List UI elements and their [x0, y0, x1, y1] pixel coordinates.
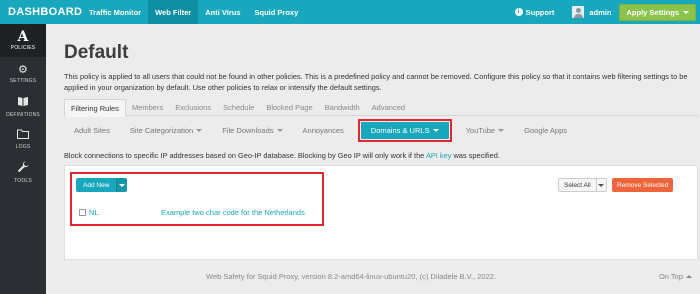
subtab-annoyances[interactable]: Annoyances — [293, 121, 354, 140]
subtab-label: Google Apps — [524, 126, 568, 135]
wrench-icon — [17, 161, 29, 176]
row-comment[interactable]: Example two char code for the Netherland… — [161, 208, 305, 217]
chevron-down-icon — [683, 10, 689, 14]
support-link[interactable]: i Support — [514, 7, 555, 17]
subtab-label: Domains & URLS — [370, 126, 430, 135]
api-key-link[interactable]: API key — [426, 151, 451, 160]
gear-icon: ⚙ — [17, 63, 29, 76]
policies-logo-icon: A — [17, 28, 29, 45]
table-row: NL — [79, 208, 99, 217]
footer-text: Web Safety for Squid Proxy, version 8.2-… — [206, 272, 497, 281]
subtab-label: YouTube — [465, 126, 496, 135]
on-top-link[interactable]: On Top — [659, 272, 692, 281]
tab-exclusions[interactable]: Exclusions — [169, 99, 217, 116]
sidebar-item-label: SETTINGS — [9, 77, 37, 84]
geo-ip-info: Block connections to specific IP address… — [64, 151, 500, 160]
user-label: admin — [589, 7, 612, 17]
nav-tab-anti-virus[interactable]: Anti Virus — [198, 0, 247, 24]
tab-bandwidth[interactable]: Bandwidth — [319, 99, 366, 116]
country-code-link[interactable]: NL — [89, 208, 99, 217]
info-suffix: was specified. — [451, 151, 500, 160]
add-new-button-group: Add New — [76, 178, 128, 192]
select-all-dropdown-toggle[interactable] — [595, 179, 606, 191]
footer: Web Safety for Squid Proxy, version 8.2-… — [46, 272, 700, 294]
sidebar-item-definitions[interactable]: DEFINITIONS — [0, 90, 46, 123]
top-navbar: DASHBOARD Traffic Monitor Web Filter Ant… — [0, 0, 700, 24]
chevron-up-icon — [686, 275, 692, 278]
avatar-icon — [572, 6, 585, 18]
user-menu[interactable]: admin — [572, 6, 611, 18]
page-title: Default — [64, 42, 129, 63]
sidebar-item-settings[interactable]: ⚙ SETTINGS — [0, 57, 46, 90]
subtab-label: Site Categorization — [129, 126, 194, 135]
on-top-label: On Top — [658, 272, 683, 281]
sidebar-item-label: TOOLS — [14, 178, 32, 184]
subtab-label: File Downloads — [222, 126, 274, 135]
subtab-adult-sites[interactable]: Adult Sites — [64, 121, 120, 140]
chevron-down-icon — [432, 129, 439, 132]
chevron-down-icon — [196, 129, 203, 132]
nav-tab-traffic-monitor[interactable]: Traffic Monitor — [82, 0, 148, 24]
main-content: Default This policy is applied to all us… — [46, 24, 700, 294]
remove-selected-button[interactable]: Remove Selected — [612, 178, 674, 192]
tab-blocked-page[interactable]: Blocked Page — [260, 99, 318, 116]
add-new-dropdown-toggle[interactable] — [116, 178, 128, 192]
nav-tab-web-filter[interactable]: Web Filter — [148, 0, 199, 24]
sidebar-item-tools[interactable]: TOOLS — [0, 156, 46, 189]
chevron-down-icon — [598, 183, 605, 187]
brand-dashboard-link[interactable]: DASHBOARD — [0, 6, 82, 18]
support-label: Support — [525, 7, 555, 17]
row-checkbox[interactable] — [79, 209, 86, 216]
tab-filtering-rules[interactable]: Filtering Rules — [64, 99, 126, 117]
subtab-label: Adult Sites — [74, 126, 110, 135]
topbar-right: i Support admin Apply Settings — [514, 0, 700, 24]
info-icon: i — [514, 8, 523, 16]
chevron-down-icon — [276, 129, 283, 132]
subtab-google-apps[interactable]: Google Apps — [514, 121, 577, 140]
subtab-highlight-box: Domains & URLS — [357, 119, 452, 142]
subtab-site-categorization[interactable]: Site Categorization — [120, 121, 212, 140]
add-new-button[interactable]: Add New — [76, 178, 117, 192]
tab-advanced[interactable]: Advanced — [366, 99, 411, 116]
apply-settings-button[interactable]: Apply Settings — [619, 3, 696, 21]
primary-tabs: Filtering Rules Members Exclusions Sched… — [64, 99, 698, 117]
select-all-button-group: Select All — [558, 178, 607, 192]
sidebar-item-label: LOGS — [15, 144, 31, 150]
tab-schedule[interactable]: Schedule — [217, 99, 260, 116]
select-all-button[interactable]: Select All — [559, 179, 596, 191]
folder-icon — [17, 129, 29, 142]
info-text: Block connections to specific IP address… — [64, 151, 426, 160]
sidebar-item-label: DEFINITIONS — [6, 111, 40, 118]
sidebar: A POLICIES ⚙ SETTINGS DEFINITIONS LOGS T… — [0, 24, 46, 294]
nav-tab-squid-proxy[interactable]: Squid Proxy — [248, 0, 306, 24]
secondary-tabs: Adult Sites Site Categorization File Dow… — [64, 119, 577, 142]
sidebar-item-label: POLICIES — [10, 44, 36, 51]
sidebar-item-policies[interactable]: A POLICIES — [0, 24, 46, 57]
subtab-youtube[interactable]: YouTube — [456, 121, 514, 140]
subtab-file-downloads[interactable]: File Downloads — [212, 121, 292, 140]
rules-panel: Add New NL Example two char code for the… — [64, 165, 698, 260]
subtab-domains-urls[interactable]: Domains & URLS — [360, 122, 449, 139]
chevron-down-icon — [119, 183, 126, 187]
policy-description: This policy is applied to all users that… — [64, 72, 688, 92]
sidebar-item-logs[interactable]: LOGS — [0, 123, 46, 156]
apply-settings-label: Apply Settings — [626, 7, 679, 17]
subtab-label: Annoyances — [302, 126, 344, 135]
chevron-down-icon — [498, 129, 505, 132]
book-icon — [17, 96, 29, 110]
tab-members[interactable]: Members — [126, 99, 169, 116]
